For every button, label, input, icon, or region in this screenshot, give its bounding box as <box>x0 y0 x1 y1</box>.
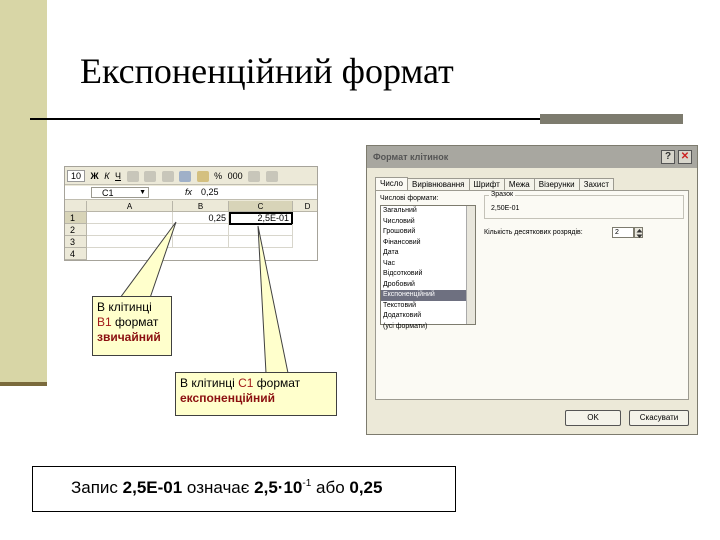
ok-button[interactable]: OK <box>565 410 621 426</box>
list-item[interactable]: Числовий <box>381 217 475 228</box>
decimal-places-input[interactable]: 2 <box>612 227 634 238</box>
chevron-down-icon[interactable]: ▼ <box>139 188 146 198</box>
number-formats-label: Числові формати: <box>380 195 439 202</box>
list-scrollbar[interactable] <box>466 206 475 324</box>
callout-c1-prefix: В клітинці <box>180 376 239 390</box>
explanation-box: Запис 2,5E-01 означає 2,5·10-1 або 0,25 <box>32 466 456 512</box>
title-rule-accent <box>540 114 683 124</box>
dialog-tabs: Число Вирівнювання Шрифт Межа Візерунки Захис… <box>375 177 615 191</box>
format-cells-dialog: Формат клітинок ? ✕ Число Вирівнювання Шри… <box>366 145 698 435</box>
formula-input[interactable]: 0,25 <box>201 187 219 197</box>
currency-icon[interactable] <box>196 171 209 183</box>
decimal-places-spinner[interactable] <box>634 227 643 238</box>
note-or: або <box>311 478 350 497</box>
align-center-icon[interactable] <box>144 171 157 183</box>
list-item[interactable]: Грошовий <box>381 227 475 238</box>
cell-c3[interactable] <box>229 236 293 248</box>
callout-c1-format: експоненційний <box>180 391 276 405</box>
callout-b1-format: звичайний <box>97 330 161 344</box>
thousands-button[interactable]: 000 <box>228 171 243 181</box>
align-left-icon[interactable] <box>126 171 139 183</box>
list-item[interactable]: Час <box>381 259 475 270</box>
close-icon[interactable]: ✕ <box>678 150 692 164</box>
cell-b2[interactable] <box>173 224 229 236</box>
decrease-decimal-icon[interactable] <box>265 171 278 183</box>
callout-c1-line1: В клітинці C1 формат <box>180 376 332 391</box>
list-item[interactable]: Додатковий <box>381 311 475 322</box>
callout-c1: В клітинці C1 формат експоненційний <box>175 372 337 416</box>
row-header-1[interactable]: 1 <box>65 212 87 224</box>
list-item[interactable]: Дробовий <box>381 280 475 291</box>
font-size-box[interactable]: 10 <box>67 170 86 182</box>
cell-c2[interactable] <box>229 224 293 236</box>
select-all-corner[interactable] <box>65 201 87 212</box>
spreadsheet-fragment: 10 Ж К Ч % 000 C1 ▼ fx 0,25 A B C D 1 2 3… <box>64 166 318 261</box>
row-header-2[interactable]: 2 <box>65 224 87 236</box>
page-title: Експоненційний формат <box>80 51 454 91</box>
list-item-selected[interactable]: Експоненційний <box>381 290 475 301</box>
fx-icon[interactable]: fx <box>185 187 192 197</box>
note-code: 2,5E-01 <box>122 478 183 497</box>
cell-b1[interactable]: 0,25 <box>173 212 229 224</box>
column-header-b[interactable]: B <box>173 201 229 212</box>
column-header-d[interactable]: D <box>293 201 317 212</box>
row-header-3[interactable]: 3 <box>65 236 87 248</box>
number-tab-panel: Числові формати: Загальний Числовий Грош… <box>375 190 689 400</box>
list-item[interactable]: Текстовий <box>381 301 475 312</box>
list-item[interactable]: (усі формати) <box>381 322 475 333</box>
callout-c1-mid: формат <box>253 376 301 390</box>
number-formats-list: Загальний Числовий Грошовий Фінансовий Д… <box>380 205 476 330</box>
list-item[interactable]: Відсотковий <box>381 269 475 280</box>
align-right-icon[interactable] <box>161 171 174 183</box>
sidebar-accent <box>0 0 47 384</box>
list-item[interactable]: Дата <box>381 248 475 259</box>
cell-a1[interactable] <box>87 212 173 224</box>
column-header-a[interactable]: A <box>87 201 173 212</box>
cell-a2[interactable] <box>87 224 173 236</box>
callout-b1-mid: формат <box>111 315 159 329</box>
callout-b1: В клітинці B1 формат звичайний <box>92 296 172 356</box>
tab-number[interactable]: Число <box>375 177 409 191</box>
list-item[interactable]: Фінансовий <box>381 238 475 249</box>
spinner-arrows-icon <box>636 229 643 238</box>
cancel-button[interactable]: Скасувати <box>629 410 689 426</box>
name-box[interactable]: C1 ▼ <box>91 187 149 198</box>
cell-b3[interactable] <box>173 236 229 248</box>
note-prefix: Запис <box>71 478 123 497</box>
row-header-4[interactable]: 4 <box>65 248 87 260</box>
note-exponent: -1 <box>302 478 312 489</box>
bold-button[interactable]: Ж <box>91 171 99 181</box>
formula-bar: C1 ▼ fx 0,25 <box>65 186 317 200</box>
sample-group: Зразок 2,50E-01 <box>484 191 684 219</box>
name-box-value: C1 <box>102 188 114 198</box>
callout-c1-cell: C1 <box>238 376 254 390</box>
decimal-places-label: Кількість десяткових розрядів: <box>484 229 583 236</box>
percent-button[interactable]: % <box>214 171 222 181</box>
help-icon[interactable]: ? <box>661 150 675 164</box>
underline-button[interactable]: Ч <box>115 171 121 181</box>
sidebar-divider <box>0 382 47 386</box>
list-item[interactable]: Загальний <box>381 206 475 217</box>
note-mid: означає <box>182 478 255 497</box>
cell-a3[interactable] <box>87 236 173 248</box>
cell-grid: A B C D 1 2 3 4 0,25 2,5E-01 <box>65 201 317 260</box>
column-header-c[interactable]: C <box>229 201 293 212</box>
italic-button[interactable]: К <box>104 171 109 181</box>
callout-b1-line2: B1 формат <box>97 315 167 330</box>
sample-label: Зразок <box>489 191 516 198</box>
dialog-title: Формат клітинок <box>367 146 697 168</box>
title-rule <box>30 118 540 120</box>
callout-b1-line1: В клітинці <box>97 300 152 314</box>
callout-b1-cell: B1 <box>97 315 112 329</box>
sample-value: 2,50E-01 <box>491 205 520 212</box>
note-value: 0,25 <box>349 478 383 497</box>
increase-decimal-icon[interactable] <box>248 171 261 183</box>
formatting-toolbar: 10 Ж К Ч % 000 <box>65 167 317 185</box>
note-mantissa: 2,5·10 <box>254 478 303 497</box>
merge-center-icon[interactable] <box>179 171 192 183</box>
